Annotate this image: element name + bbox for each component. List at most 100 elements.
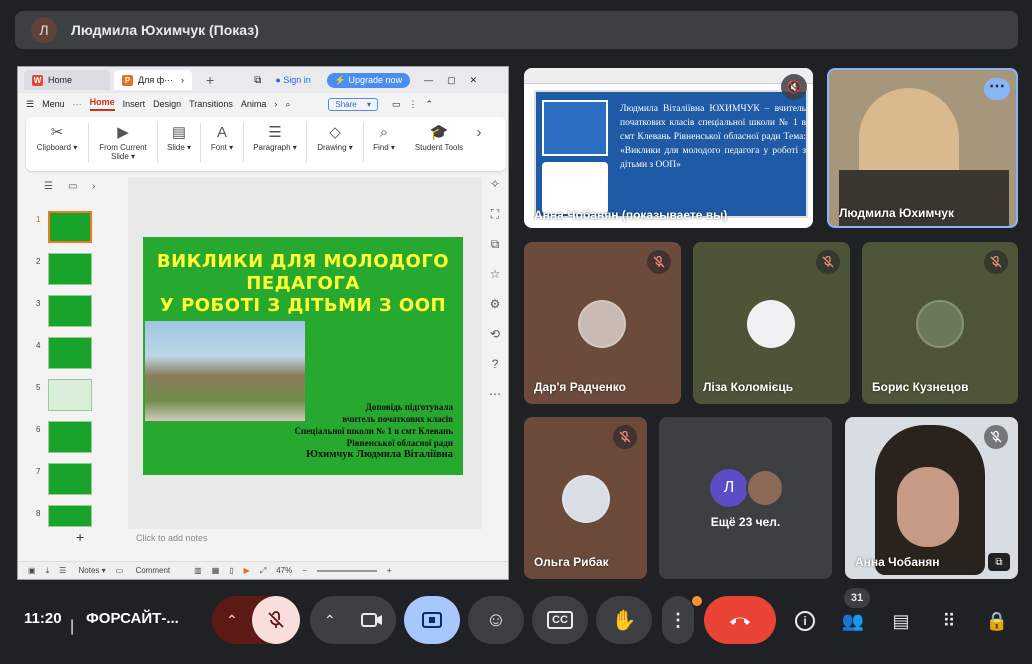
tile-options-button[interactable]: ⋯ [984,78,1010,100]
sign-in-link[interactable]: ● Sign in [275,75,310,85]
paragraph-button[interactable]: ☰ Paragraph ▾ [252,123,298,152]
menu-button[interactable]: Menu [42,99,65,109]
clipboard-button[interactable]: ✂ Clipboard ▾ [34,123,80,152]
share-button[interactable]: Share ▾ [328,97,378,111]
tab-home[interactable]: W Home [24,70,110,90]
participant-tile-darya[interactable]: Дар'я Радченко [524,242,681,404]
slide-thumbnail[interactable] [48,421,92,453]
people-button[interactable]: 👥 31 [838,588,870,636]
mic-off-icon [268,611,284,628]
activities-button[interactable]: ⠿ [934,606,964,636]
student-tools-button[interactable]: 🎓 Student Tools [412,123,466,152]
participant-tile-liza[interactable]: Ліза Коломієць [693,242,850,404]
panel-collapse-icon[interactable]: › [92,181,95,192]
zoom-in-icon[interactable]: + [387,566,392,575]
captions-button[interactable]: CC [532,596,588,644]
drawing-button[interactable]: ◇ Drawing ▾ [315,123,355,152]
outline-view-icon[interactable]: ☰ [44,181,53,192]
chat-button[interactable]: ▤ [886,606,916,636]
ribbon-scroll-right-icon[interactable]: › [474,123,484,143]
upgrade-button[interactable]: ⚡ Upgrade now [326,72,411,88]
shape-select-icon[interactable]: ⛶ [482,207,508,237]
slide-button[interactable]: ▤ Slide ▾ [166,123,192,152]
more-options-button[interactable]: ⋮ [662,596,702,644]
tab-transitions[interactable]: Transitions [189,99,233,109]
save-icon[interactable]: ⤓ [46,566,50,576]
volume-off-icon[interactable]: 🔇 [781,74,807,100]
participant-tile-olha[interactable]: Ольга Рибак [524,417,647,579]
participant-tile-anna[interactable]: Анна Чобанян ⧉ [845,417,1018,579]
tab-insert[interactable]: Insert [123,99,146,109]
slide-canvas[interactable]: ВИКЛИКИ ДЛЯ МОЛОДОГО ПЕДАГОГА У РОБОТІ З… [128,177,483,547]
minimize-icon[interactable]: — [424,75,433,85]
help-icon[interactable]: ? [482,357,508,387]
slide-thumbnail[interactable] [48,295,92,327]
reading-view-icon[interactable]: ▯ [229,566,233,575]
grid-view-icon[interactable]: ▦ [212,566,220,575]
reactions-button[interactable]: ☺ [468,596,524,644]
tab-document[interactable]: P Для ф⋯ › [114,70,192,90]
tab-design[interactable]: Design [153,99,181,109]
more-icon[interactable]: ⋯ [482,387,508,417]
camera-toggle-button[interactable] [348,596,396,644]
others-count-label: Ещё 23 чел. [710,515,781,529]
find-button[interactable]: ⌕ Find ▾ [372,123,396,152]
zoom-slider[interactable] [316,569,377,572]
graduation-cap-icon: 🎓 [429,124,449,141]
meeting-info-button[interactable]: i [790,606,820,636]
slide-thumbnail[interactable] [48,379,92,411]
zoom-out-icon[interactable]: − [302,566,307,575]
new-tab-icon[interactable]: + [206,72,214,88]
tab-home-ribbon[interactable]: Home [89,97,115,111]
scissors-icon: ✂ [50,124,64,141]
tab-animation[interactable]: Anima [241,99,267,109]
fit-window-icon[interactable]: ⤢ [260,566,266,576]
notes-field[interactable]: Click to add notes [128,529,483,547]
comment-toggle[interactable]: ▭ Comment [116,566,170,575]
slide-thumbnail[interactable] [48,211,92,243]
settings-icon[interactable]: ⚙ [482,297,508,327]
more-icon[interactable]: ⋯ [73,99,82,110]
others-tile[interactable]: Л Ещё 23 чел. [659,417,832,579]
slide-thumbnail[interactable] [48,463,92,495]
picture-in-picture-icon[interactable]: ⧉ [988,553,1010,571]
menu-scroll-right-icon[interactable]: › [274,99,277,109]
font-button[interactable]: A Font ▾ [209,123,235,152]
layers-icon[interactable]: ⧉ [482,237,508,267]
presentation-tile[interactable]: Людмила Віталіївна ЮХИМЧУК – вчитель поч… [524,68,813,228]
window-icon[interactable]: ⧉ [254,75,261,86]
slideshow-icon[interactable]: ▶ [244,566,250,575]
history-icon[interactable]: ⟲ [482,327,508,357]
collapse-ribbon-icon[interactable]: ⌃ [426,99,434,110]
participant-tile-borys[interactable]: Борис Кузнецов [862,242,1018,404]
slide-thumbnail[interactable] [48,253,92,285]
avatar: Л [710,469,748,507]
maximize-icon[interactable]: ▢ [447,75,456,86]
search-icon[interactable]: ⌕ [285,99,290,110]
shared-screen: W Home P Для ф⋯ › + ⧉ ● Sign in ⚡ Upgrade n… [17,66,509,580]
star-icon[interactable]: ☆ [482,267,508,297]
fit-icon[interactable]: ▣ [28,566,36,575]
close-icon[interactable]: ✕ [470,75,478,86]
from-current-slide-button[interactable]: ▶ From Current Slide ▾ [97,123,149,161]
slides-view-icon[interactable]: ▭ [68,181,77,192]
more-options-icon[interactable]: ⋮ [409,99,418,110]
zoom-level[interactable]: 47% [276,566,292,575]
mic-toggle-button[interactable] [252,596,300,644]
mic-options-chevron-icon[interactable]: ⌃ [226,612,238,629]
tab-close-icon[interactable]: › [181,75,184,85]
slide-thumbnail[interactable] [48,337,92,369]
add-slide-icon[interactable]: + [76,529,84,545]
normal-view-icon[interactable]: ▥ [194,566,202,575]
raise-hand-button[interactable]: ✋ [596,596,652,644]
participant-tile-lyudmyla[interactable]: ⋯ Людмила Юхимчук [827,68,1018,228]
wand-icon[interactable]: ✧ [482,177,508,207]
slide-thumbnail[interactable] [48,505,92,527]
comment-icon[interactable]: ▭ [392,99,401,110]
camera-options-chevron-icon[interactable]: ⌃ [324,612,336,629]
hamburger-icon[interactable]: ☰ [26,99,34,110]
host-controls-button[interactable]: 🔒 [982,606,1012,636]
notes-toggle[interactable]: ☰ Notes ▾ [59,566,106,575]
present-button[interactable] [404,596,460,644]
leave-call-button[interactable] [704,596,776,644]
